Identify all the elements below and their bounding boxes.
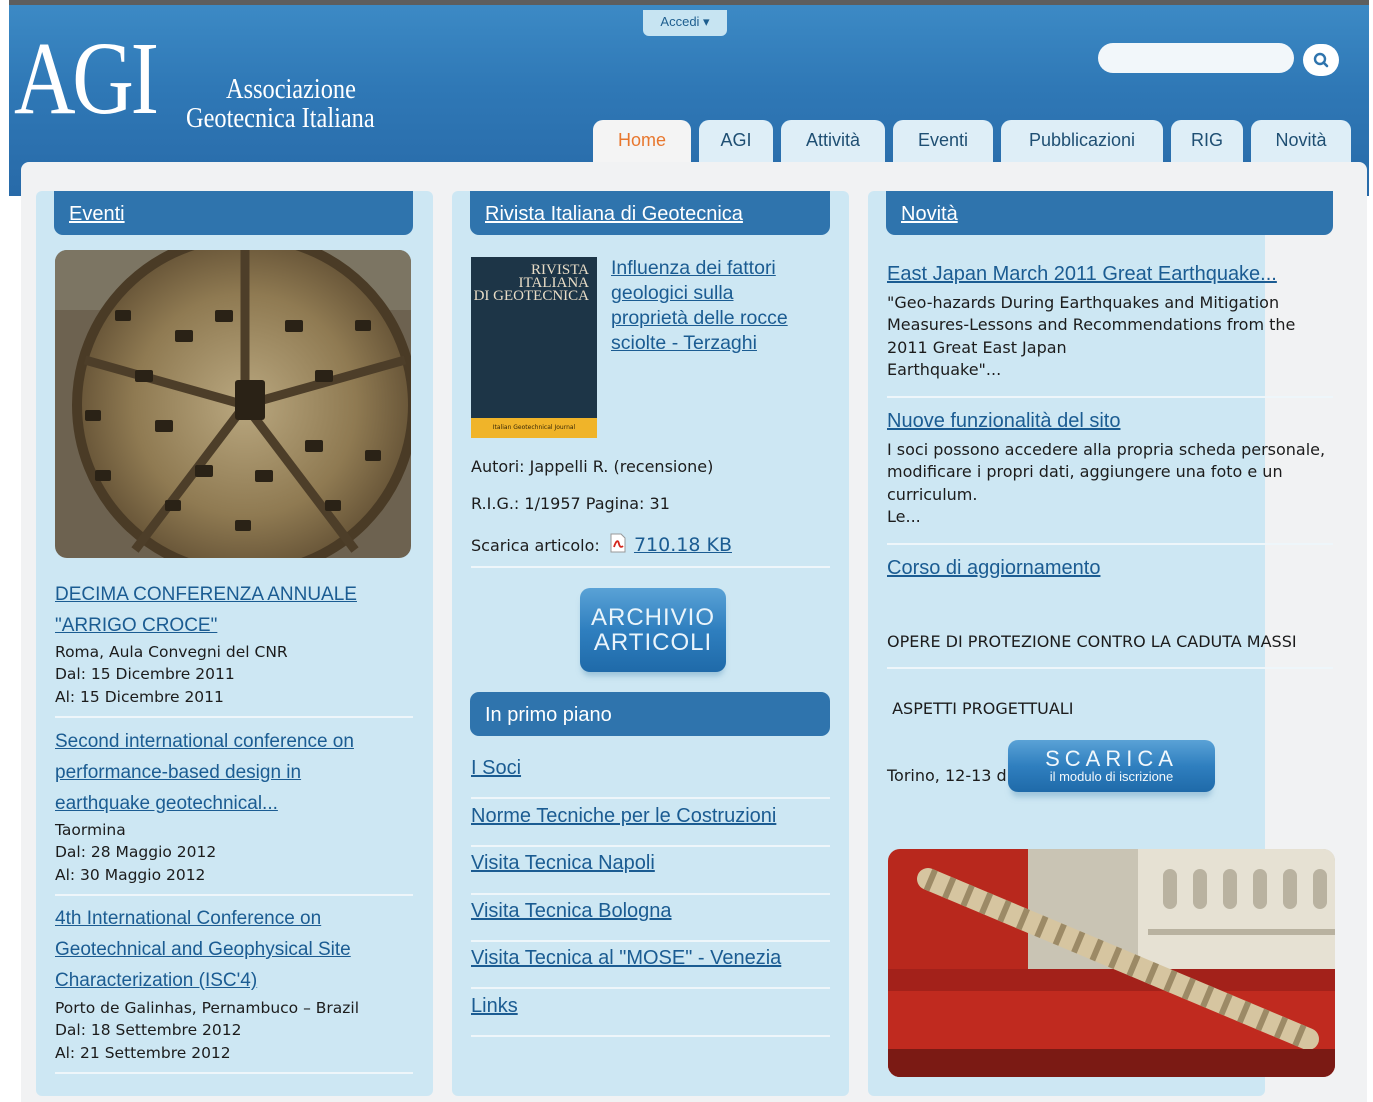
link-links[interactable]: Links xyxy=(471,995,518,1018)
logo-subtitle-line2: Geotecnica Italiana xyxy=(186,102,375,134)
cover-title: RIVISTA ITALIANA DI GEOTECNICA xyxy=(473,262,589,304)
article-authors: Autori: Jappelli R. (recensione) xyxy=(471,457,714,476)
journal-cover-image[interactable]: RIVISTA ITALIANA DI GEOTECNICA Italian G… xyxy=(471,257,597,438)
separator xyxy=(887,543,1333,545)
article-download-row: Scarica articolo: 710.18 KB xyxy=(471,533,732,556)
separator xyxy=(471,845,830,847)
news-2-text: I soci possono accedere alla propria sch… xyxy=(887,440,1326,527)
tab-novita[interactable]: Novità xyxy=(1251,120,1351,162)
separator xyxy=(471,1035,830,1037)
separator xyxy=(471,797,830,799)
tab-agi[interactable]: AGI xyxy=(699,120,773,162)
download-label: Scarica articolo: xyxy=(471,536,600,555)
tab-pubblicazioni[interactable]: Pubblicazioni xyxy=(1001,120,1163,162)
event-1-link[interactable]: DECIMA CONFERENZA ANNUALE "ARRIGO CROCE" xyxy=(55,579,357,641)
separator xyxy=(471,940,830,942)
logo-subtitle-line1: Associazione xyxy=(226,73,356,105)
separator xyxy=(887,667,1333,669)
download-size-link[interactable]: 710.18 KB xyxy=(634,534,732,556)
tab-rig[interactable]: RIG xyxy=(1171,120,1243,162)
cover-footer: Italian Geotechnical Journal xyxy=(471,418,597,438)
event-1-details: Roma, Aula Convegni del CNR Dal: 15 Dice… xyxy=(55,643,288,706)
link-visita-mose[interactable]: Visita Tecnica al "MOSE" - Venezia xyxy=(471,947,781,970)
download-registration-form-button[interactable]: SCARICA il modulo di iscrizione xyxy=(1008,740,1215,792)
separator xyxy=(471,987,830,989)
rivista-header[interactable]: Rivista Italiana di Geotecnica xyxy=(470,191,830,235)
event-2-details: Taormina Dal: 28 Maggio 2012 Al: 30 Magg… xyxy=(55,821,217,884)
article-rig-reference: R.I.G.: 1/1957 Pagina: 31 xyxy=(471,494,670,513)
separator xyxy=(887,396,1333,398)
search-input[interactable] xyxy=(1098,43,1294,73)
search-button[interactable] xyxy=(1303,44,1339,76)
separator xyxy=(55,716,413,718)
article-title-link[interactable]: Influenza dei fattori geologici sulla pr… xyxy=(611,256,788,356)
event-3-details: Porto de Galinhas, Pernambuco – Brazil D… xyxy=(55,999,360,1062)
tab-home[interactable]: Home xyxy=(593,120,691,162)
header-top-line xyxy=(9,0,1369,5)
event-2-link[interactable]: Second international conference on perfo… xyxy=(55,726,354,819)
eventi-header[interactable]: Eventi xyxy=(54,191,413,235)
news-3-link[interactable]: Corso di aggiornamento xyxy=(887,557,1100,580)
separator xyxy=(471,893,830,895)
tab-eventi[interactable]: Eventi xyxy=(893,120,993,162)
news-1-text: "Geo-hazards During Earthquakes and Miti… xyxy=(887,293,1296,380)
link-visita-bologna[interactable]: Visita Tecnica Bologna xyxy=(471,900,672,923)
news-2-link[interactable]: Nuove funzionalità del sito xyxy=(887,410,1120,433)
link-visita-napoli[interactable]: Visita Tecnica Napoli xyxy=(471,852,655,875)
primo-piano-header: In primo piano xyxy=(470,692,830,736)
separator xyxy=(55,894,413,896)
separator xyxy=(471,566,830,568)
archive-articles-button[interactable]: ARCHIVIO ARTICOLI xyxy=(580,588,726,672)
pisa-drilling-image xyxy=(888,849,1335,1077)
tab-attivita[interactable]: Attività xyxy=(781,120,885,162)
tunnel-boring-machine-image xyxy=(55,250,411,558)
event-3-link[interactable]: 4th International Conference on Geotechn… xyxy=(55,903,351,996)
login-toggle-button[interactable]: Accedi ▾ xyxy=(643,10,727,36)
pdf-icon[interactable] xyxy=(609,533,627,553)
link-norme-tecniche[interactable]: Norme Tecniche per le Costruzioni xyxy=(471,805,776,828)
search-icon xyxy=(1313,52,1329,68)
link-soci[interactable]: I Soci xyxy=(471,757,521,780)
novita-header[interactable]: Novità xyxy=(886,191,1333,235)
separator xyxy=(55,1072,413,1074)
logo-agi[interactable]: AGI xyxy=(14,24,159,134)
news-1-link[interactable]: East Japan March 2011 Great Earthquake..… xyxy=(887,263,1277,286)
